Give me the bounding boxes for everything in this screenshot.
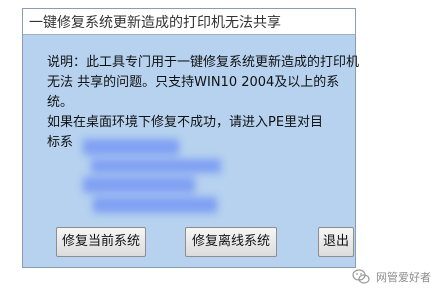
- description-line-1: 说明：此工具专门用于一键修复系统更新造成的打印机: [47, 55, 360, 70]
- repair-current-system-button[interactable]: 修复当前系统: [56, 227, 146, 257]
- description-line-4: 如果在桌面环境下修复不成功，请进入PE里对目: [47, 115, 324, 130]
- watermark: 网管爱好者: [352, 268, 442, 286]
- description-line-3: 统。: [47, 95, 74, 110]
- app-window: 一键修复系统更新造成的打印机无法共享 说明：此工具专门用于一键修复系统更新造成的…: [22, 8, 360, 268]
- window-title: 一键修复系统更新造成的打印机无法共享: [29, 15, 281, 31]
- wechat-icon: [352, 269, 370, 285]
- repair-offline-system-button[interactable]: 修复离线系统: [185, 227, 277, 257]
- title-bar[interactable]: 一键修复系统更新造成的打印机无法共享: [23, 9, 355, 35]
- description-text: 说明：此工具专门用于一键修复系统更新造成的打印机 无法 共享的问题。只支持WIN…: [47, 53, 360, 153]
- watermark-text: 网管爱好者: [376, 271, 431, 284]
- description-line-2: 无法 共享的问题。只支持WIN10 2004及以上的系: [47, 75, 340, 90]
- window-client-area: 说明：此工具专门用于一键修复系统更新造成的打印机 无法 共享的问题。只支持WIN…: [23, 35, 360, 267]
- exit-button[interactable]: 退出: [318, 227, 354, 257]
- redacted-text-blur: [83, 139, 233, 217]
